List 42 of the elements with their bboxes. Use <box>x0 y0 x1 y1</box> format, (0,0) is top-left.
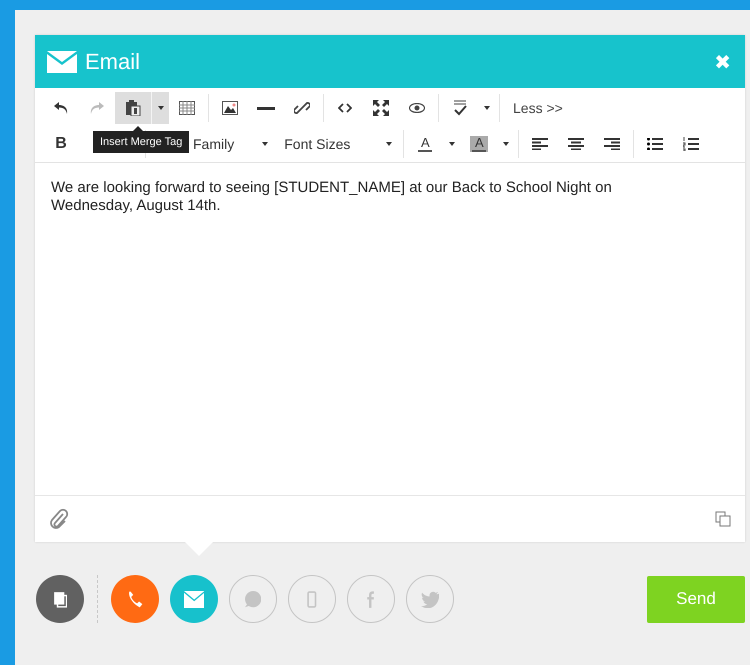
undo-icon <box>54 102 68 114</box>
mobile-phone-icon <box>307 590 317 608</box>
numbered-list-icon <box>683 137 700 151</box>
template-icon <box>52 590 68 608</box>
envelope-icon <box>47 50 77 72</box>
bullet-list-icon <box>647 138 664 150</box>
copy-button[interactable] <box>715 511 731 527</box>
text-color-button[interactable]: A <box>407 128 444 160</box>
image-icon <box>222 101 238 115</box>
message-editor[interactable]: We are looking forward to seeing [STUDENT_NAME] at our Back to School Night on Wednesday, August 14th. <box>35 163 745 496</box>
copy-icon <box>715 511 731 527</box>
spellcheck-icon <box>453 100 467 116</box>
expand-icon <box>373 100 389 116</box>
window-title: Email <box>85 48 142 74</box>
tooltip: Insert Merge Tag <box>93 126 190 153</box>
table-icon <box>179 101 195 115</box>
message-text: We are looking forward to seeing [STUDENT_NAME] at our Back to School Night on Wednesday, August 14th. <box>51 179 613 215</box>
facebook-icon <box>367 590 375 608</box>
eye-icon <box>409 103 425 113</box>
attach-button[interactable] <box>49 508 69 530</box>
align-center-icon <box>568 138 584 150</box>
background-color-button[interactable]: A <box>461 128 498 160</box>
merge-tag-dropdown[interactable] <box>151 92 169 124</box>
align-right-icon <box>604 138 620 150</box>
phone-button[interactable] <box>111 575 159 623</box>
line-icon <box>257 106 275 110</box>
font-family-dropdown[interactable]: Family <box>187 128 276 160</box>
less-button[interactable]: Less >> <box>503 100 573 116</box>
chain-link-icon <box>294 100 310 116</box>
align-left-icon <box>532 138 548 150</box>
template-button[interactable] <box>36 575 84 623</box>
redo-icon <box>90 102 104 114</box>
clipboard-icon <box>125 100 141 116</box>
merge-tag-button[interactable] <box>115 92 151 124</box>
code-icon <box>338 103 352 113</box>
font-size-dropdown[interactable]: Font Sizes <box>276 128 400 160</box>
paperclip-icon <box>49 508 69 530</box>
bird-icon <box>420 590 440 608</box>
envelope-icon <box>184 590 204 608</box>
bold-button[interactable]: B <box>43 128 79 160</box>
phone-icon <box>128 590 142 608</box>
chat-bubble-icon <box>244 590 262 608</box>
